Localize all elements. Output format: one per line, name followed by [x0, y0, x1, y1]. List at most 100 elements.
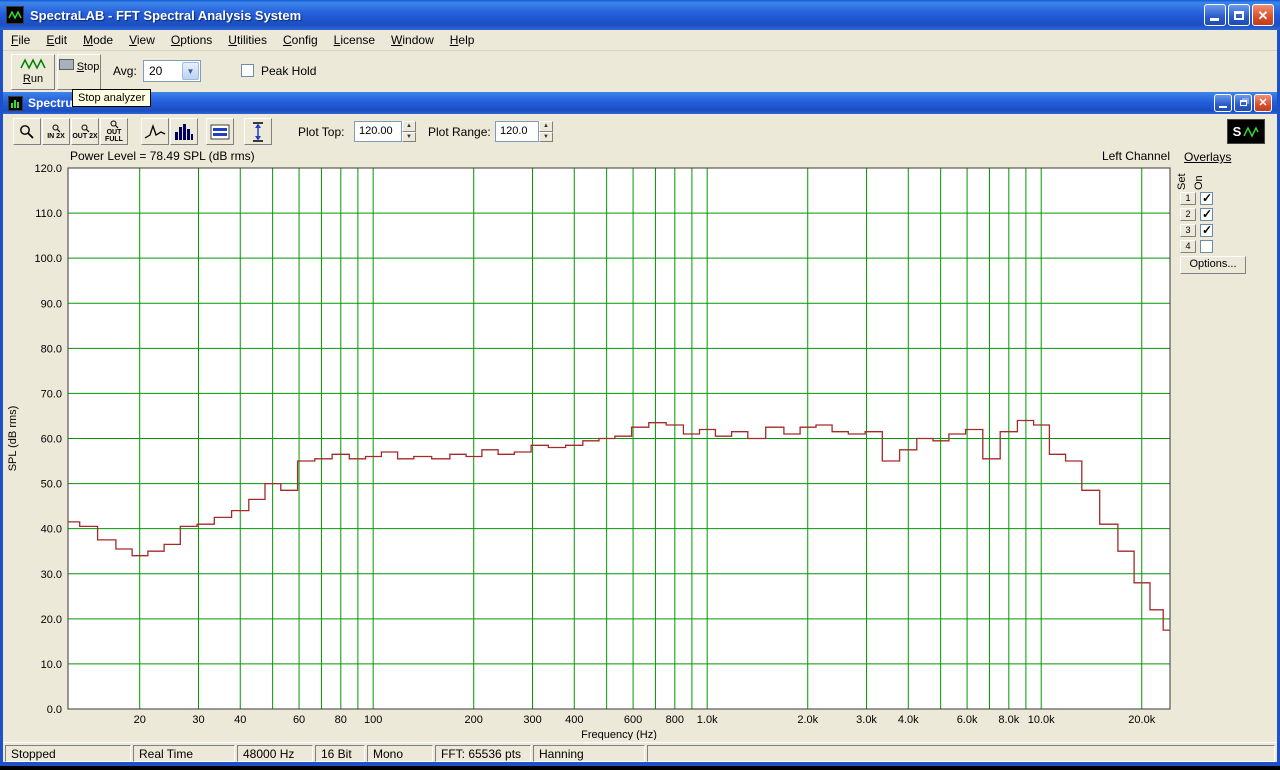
svg-text:40.0: 40.0: [41, 524, 62, 536]
spectralab-logo: S: [1227, 119, 1265, 144]
menu-item-options[interactable]: Options: [163, 30, 220, 50]
overlay-on-checkbox-2[interactable]: [1200, 207, 1213, 221]
overlay-col-set: Set: [1176, 173, 1188, 190]
svg-text:800: 800: [666, 714, 684, 726]
menu-item-view[interactable]: View: [121, 30, 163, 50]
svg-text:3.0k: 3.0k: [856, 714, 877, 726]
status-panel-3: 16 Bit: [315, 745, 365, 762]
spectrum-minimize-button[interactable]: [1214, 94, 1232, 112]
svg-text:40: 40: [234, 714, 246, 726]
search-icon: [20, 124, 34, 139]
close-button[interactable]: ✕: [1252, 4, 1274, 26]
status-bar: Stopped Real Time 48000 Hz 16 Bit Mono FFT: 6…: [3, 742, 1277, 762]
overlay-row: 4: [1180, 238, 1213, 254]
svg-text:100: 100: [364, 714, 382, 726]
search-icon: [52, 124, 60, 132]
overlay-row: 3: [1180, 222, 1213, 238]
overlay-on-checkbox-1[interactable]: [1200, 191, 1213, 205]
menu-item-config[interactable]: Config: [275, 30, 326, 50]
zoom-in-2x-button[interactable]: IN 2X: [42, 118, 70, 145]
minimize-icon: [1219, 106, 1227, 108]
bar-chart-icon: [175, 123, 193, 140]
application-window: SpectraLAB - FFT Spectral Analysis Syste…: [0, 0, 1280, 770]
overlays-title: Overlays: [1184, 150, 1232, 164]
maximize-button[interactable]: [1228, 4, 1250, 26]
svg-text:4.0k: 4.0k: [898, 714, 919, 726]
avg-dropdown[interactable]: 20 ▼: [143, 60, 201, 82]
spinner-down-icon[interactable]: ▼: [402, 131, 416, 142]
overlay-set-button-3[interactable]: 3: [1180, 223, 1196, 237]
status-panel-0: Stopped: [5, 745, 131, 762]
menu-item-license[interactable]: License: [326, 30, 383, 50]
svg-text:0.0: 0.0: [47, 704, 62, 716]
search-icon: [110, 120, 118, 129]
chevron-down-icon[interactable]: ▼: [182, 62, 199, 80]
svg-text:80: 80: [335, 714, 347, 726]
spectrum-close-button[interactable]: ✕: [1254, 94, 1272, 112]
svg-text:20.0k: 20.0k: [1128, 714, 1155, 726]
spectrum-plot[interactable]: 20 30 40 60 80 100 200 300 400 600 800 1.0k 2.0k 3.0k…: [0, 160, 1175, 740]
bar-plot-button[interactable]: [170, 118, 198, 145]
peak-curve-icon: [144, 123, 166, 139]
minimize-button[interactable]: [1204, 4, 1226, 26]
zoom-out-2x-label: OUT 2X: [72, 132, 98, 140]
zoom-out-2x-button[interactable]: OUT 2X: [71, 118, 99, 145]
line-plot-button[interactable]: [141, 118, 169, 145]
overlay-options-button[interactable]: Options...: [1180, 256, 1246, 274]
svg-text:20: 20: [134, 714, 146, 726]
plot-top-input[interactable]: 120.00: [354, 121, 402, 142]
menu-item-utilities[interactable]: Utilities: [220, 30, 275, 50]
stop-icon: [58, 59, 74, 70]
window-border-left: [0, 30, 3, 766]
svg-text:1.0k: 1.0k: [697, 714, 718, 726]
close-icon: ✕: [1257, 7, 1269, 23]
stop-button[interactable]: Stop: [57, 54, 101, 90]
svg-text:400: 400: [565, 714, 583, 726]
svg-text:10.0k: 10.0k: [1028, 714, 1055, 726]
overlay-on-checkbox-3[interactable]: [1200, 223, 1213, 237]
menu-item-help[interactable]: Help: [442, 30, 483, 50]
spinner-down-icon[interactable]: ▼: [539, 131, 553, 142]
svg-text:30.0: 30.0: [41, 569, 62, 581]
menu-item-mode[interactable]: Mode: [75, 30, 121, 50]
spinner-up-icon[interactable]: ▲: [539, 121, 553, 132]
overlay-set-button-1[interactable]: 1: [1180, 191, 1196, 205]
minimize-icon: [1210, 18, 1219, 21]
svg-text:SPL (dB rms): SPL (dB rms): [7, 406, 19, 472]
svg-text:Frequency (Hz): Frequency (Hz): [581, 729, 657, 740]
run-button[interactable]: Run: [11, 54, 55, 90]
spectrum-restore-button[interactable]: [1234, 94, 1252, 112]
svg-text:600: 600: [624, 714, 642, 726]
zoom-out-full-button[interactable]: OUT FULL: [100, 118, 128, 145]
avg-label: Avg:: [113, 64, 137, 78]
restore-icon: [1239, 100, 1247, 106]
app-icon: [6, 6, 24, 24]
svg-text:8.0k: 8.0k: [998, 714, 1019, 726]
svg-text:80.0: 80.0: [41, 343, 62, 355]
spectrum-toolbar: IN 2X OUT 2X OUT FULL Plot Top: 120.00 ▲…: [3, 114, 1277, 150]
svg-text:50.0: 50.0: [41, 479, 62, 491]
menu-item-file[interactable]: File: [3, 30, 38, 50]
spectrum-window-title: Spectrum: [28, 96, 84, 110]
overlay-set-button-2[interactable]: 2: [1180, 207, 1196, 221]
logo-letter: S: [1232, 124, 1242, 139]
plot-top-label: Plot Top:: [298, 125, 345, 139]
plot-range-input[interactable]: 120.0: [495, 121, 539, 142]
menu-item-window[interactable]: Window: [383, 30, 442, 50]
svg-text:300: 300: [523, 714, 541, 726]
spinner-up-icon[interactable]: ▲: [402, 121, 416, 132]
display-mode-button[interactable]: [206, 118, 234, 145]
zoom-button[interactable]: [13, 118, 41, 145]
close-icon: ✕: [1258, 96, 1268, 109]
menu-item-edit[interactable]: Edit: [38, 30, 75, 50]
overlay-on-checkbox-4[interactable]: [1200, 239, 1213, 253]
svg-text:120.0: 120.0: [34, 163, 62, 175]
svg-text:20.0: 20.0: [41, 614, 62, 626]
main-toolbar: Run Stop Avg: 20 ▼ Peak Hold: [3, 51, 1277, 92]
avg-value: 20: [149, 64, 163, 78]
search-icon: [81, 124, 89, 132]
amplitude-scale-button[interactable]: [244, 118, 272, 145]
zoom-in-2x-label: IN 2X: [47, 132, 65, 140]
overlay-set-button-4[interactable]: 4: [1180, 239, 1196, 253]
peak-hold-checkbox[interactable]: [241, 64, 254, 77]
